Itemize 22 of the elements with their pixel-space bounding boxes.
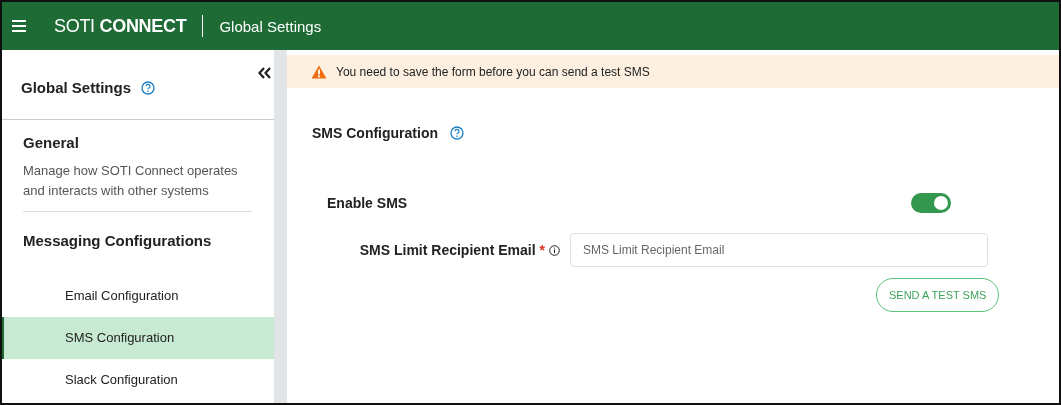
help-icon [450,126,464,140]
brand-logo: SOTI CONNECT [54,15,187,37]
collapse-icon[interactable] [258,67,272,79]
field-label: SMS Limit Recipient Email [359,242,536,258]
input-field[interactable]: SMS Limit Recipient Email [570,233,988,267]
warning-message: You need to save the form before you can send a test SMS [336,64,650,79]
section-heading: General [23,133,80,151]
toggle-switch[interactable] [911,193,951,213]
required-mark: * [539,242,545,258]
menu-icon[interactable] [12,19,28,33]
warning-icon [311,64,327,79]
info-icon [549,244,560,256]
sidebar-item[interactable]: Email Configuration [2,275,274,317]
sidebar-item[interactable]: SMS Configuration [2,317,274,359]
sidebar-title: Global Settings [21,79,131,96]
sidebar-item[interactable]: Slack Configuration [2,359,274,401]
section-heading: Messaging Configurations [22,231,213,249]
help-icon [141,80,155,95]
form-title: SMS Configuration [312,125,438,141]
page-title: Global Settings [219,17,322,35]
toggle-label: Enable SMS [327,195,408,211]
section-description: Manage how SOTI Connect operates and interacts with other systems [23,161,252,212]
